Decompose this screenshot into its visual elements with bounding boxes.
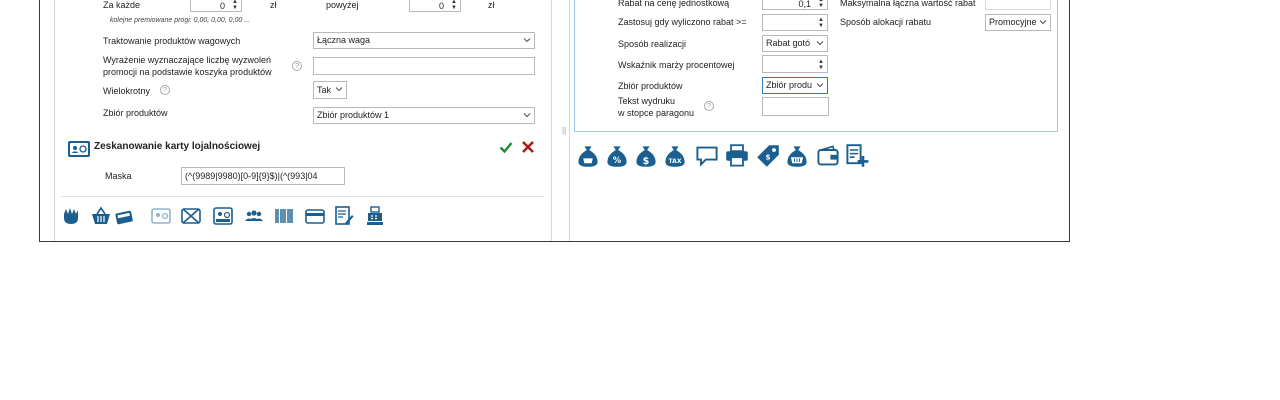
alokacja-label: Sposób alokacji rabatu [840, 17, 932, 27]
zbior-produktow-select[interactable]: Zbiór produ [762, 77, 828, 94]
wielokrotny-help-icon[interactable]: ? [160, 85, 170, 95]
delete-x-icon[interactable] [521, 140, 535, 154]
right-icon-money-bag-basket[interactable] [576, 143, 600, 169]
right-panel: Rabat na cenę jednostkową 0,1 ▲ ▼ Zastosu… [569, 0, 1059, 241]
zbior-select[interactable]: Zbiór produktów 1 [313, 107, 535, 124]
svg-text:$: $ [643, 156, 650, 167]
left-icon-credit-card[interactable] [305, 205, 325, 227]
panel-splitter[interactable]: || [562, 126, 568, 136]
sposob-label: Sposób realizacji [618, 39, 687, 49]
wyrazenie-help-icon[interactable]: ? [292, 61, 302, 71]
wagowe-select[interactable]: Łączna waga [313, 32, 535, 49]
left-icon-id-card-crossed[interactable] [181, 205, 201, 227]
marza-input[interactable]: ▲ ▼ [762, 55, 828, 73]
za-kazde-input[interactable]: 0 ▲ ▼ [190, 0, 242, 12]
max-rabat-select[interactable] [985, 0, 1051, 10]
wyrazenie-label-line2: promocji na podstawie koszyka produktów [103, 67, 272, 77]
loyalty-card-icon [67, 139, 91, 159]
wielokrotny-label: Wielokrotny [103, 86, 151, 96]
left-icon-id-card-faded[interactable] [151, 205, 171, 227]
left-panel-left-border [54, 0, 55, 241]
marza-label: Wskaźnik marży procentowej [618, 60, 735, 70]
zbior-label: Zbiór produktów [103, 108, 168, 118]
right-icon-price-tag[interactable]: $ [755, 143, 781, 169]
right-icon-money-bag-percent[interactable]: % [605, 143, 629, 169]
left-icon-basket[interactable] [91, 205, 111, 227]
alokacja-select[interactable]: Promocyjne [985, 14, 1051, 31]
svg-text:TAX: TAX [669, 158, 682, 165]
zastosuj-label: Zastosuj gdy wyliczono rabat >= [618, 17, 747, 27]
promotion-editor-window: Za każde 0 ▲ ▼ zł powyżej 0 ▲ ▼ zł kolejne… [39, 0, 1070, 242]
wielokrotny-select[interactable]: Tak [313, 81, 347, 99]
left-icon-card-cash[interactable] [115, 205, 135, 227]
kolejne-progi-note: kolejne premiowane progi: 0,00, 0,00, 0,… [110, 17, 251, 24]
left-icon-hand-coins[interactable] [61, 205, 81, 227]
left-toolbar-separator [61, 196, 544, 197]
svg-text:%: % [613, 155, 622, 165]
chevron-down-icon [335, 87, 343, 92]
zastosuj-spinner[interactable]: ▲ ▼ [816, 17, 826, 30]
confirm-check-icon[interactable] [499, 140, 513, 154]
right-icon-money-bag-dollar[interactable]: $ [634, 143, 658, 169]
tekst-wydruku-label-line2: w stopce paragonu [618, 108, 695, 118]
wyrazenie-input[interactable] [313, 57, 535, 75]
zastosuj-input[interactable]: ▲ ▼ [762, 14, 828, 31]
rabat-spinner[interactable]: ▲ ▼ [816, 0, 826, 9]
tekst-wydruku-input[interactable] [762, 97, 829, 116]
marza-spinner[interactable]: ▲ ▼ [816, 59, 826, 72]
powyzej-spinner[interactable]: ▲ ▼ [449, 0, 459, 11]
right-icon-printer[interactable] [724, 143, 750, 169]
left-icon-id-card-code[interactable] [213, 205, 233, 227]
rabat-input[interactable]: 0,1 ▲ ▼ [762, 0, 828, 10]
left-panel: Za każde 0 ▲ ▼ zł powyżej 0 ▲ ▼ zł kolejne… [54, 0, 552, 241]
svg-text:$: $ [765, 153, 770, 162]
chevron-down-icon [1039, 20, 1047, 25]
sposob-select[interactable]: Rabat gotó [762, 35, 828, 52]
right-icon-add-document[interactable] [844, 143, 870, 169]
left-icon-people-group[interactable] [244, 205, 264, 227]
maska-input[interactable]: (^(9989|9980)[0-9]{9}$)|(^(993|04 [181, 167, 345, 185]
rabat-label: Rabat na cenę jednostkową [618, 0, 730, 8]
chevron-down-icon [523, 113, 531, 118]
right-icon-money-bag-tax[interactable]: TAX [663, 143, 687, 169]
powyzej-input[interactable]: 0 ▲ ▼ [409, 0, 461, 12]
right-panel-left-border [569, 0, 570, 241]
wyrazenie-label-line1: Wyrażenie wyznaczające liczbę wyzwoleń [103, 55, 271, 65]
right-icon-speech-bubble[interactable] [694, 143, 720, 169]
za-kazde-unit: zł [270, 0, 277, 10]
tekst-wydruku-label-line1: Tekst wydruku [618, 96, 676, 106]
right-icon-wallet[interactable] [815, 143, 841, 169]
max-rabat-label: Maksymalna łączna wartość rabat [840, 0, 976, 8]
chevron-down-icon [816, 83, 824, 88]
left-icon-cash-register[interactable] [365, 205, 385, 227]
left-icon-barcode[interactable] [274, 205, 294, 227]
zbior-produktow-label: Zbiór produktów [618, 81, 683, 91]
powyzej-label: powyżej [326, 0, 359, 10]
za-kazde-spinner[interactable]: ▲ ▼ [230, 0, 240, 11]
powyzej-unit: zł [488, 0, 495, 10]
chevron-down-icon [523, 38, 531, 43]
left-icon-document-edit[interactable] [334, 205, 354, 227]
tekst-wydruku-help-icon[interactable]: ? [704, 101, 714, 111]
chevron-down-icon [816, 41, 824, 46]
wagowe-label: Traktowanie produktów wagowych [103, 36, 241, 46]
right-icon-basket-bag[interactable] [784, 143, 810, 169]
left-panel-right-border [551, 0, 552, 241]
maska-label: Maska [105, 171, 132, 181]
za-kazde-label: Za każde [103, 0, 141, 10]
loyalty-section-title: Zeskanowanie karty lojalnościowej [94, 141, 261, 152]
